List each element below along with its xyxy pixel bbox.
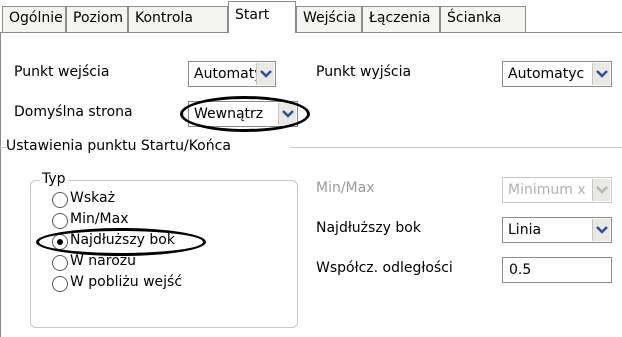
distance-coef-label: Współcz. odległości bbox=[316, 260, 453, 276]
radio-label: Najdłuższy bok bbox=[70, 232, 175, 248]
radio-label: W narożu bbox=[70, 253, 136, 269]
chevron-down-icon[interactable] bbox=[278, 103, 296, 125]
exit-point-label: Punkt wyjścia bbox=[316, 64, 412, 80]
chevron-down-icon[interactable] bbox=[592, 63, 610, 85]
radio-button-icon[interactable] bbox=[52, 255, 68, 271]
type-group-title: Typ bbox=[40, 171, 68, 187]
radio-label: Min/Max bbox=[70, 211, 129, 227]
chevron-down-icon[interactable] bbox=[256, 63, 274, 85]
radio-button-icon[interactable] bbox=[52, 192, 68, 208]
radio-button-icon[interactable] bbox=[52, 213, 68, 229]
default-side-select[interactable]: Wewnątrz bbox=[188, 101, 298, 127]
panel-border bbox=[0, 32, 1, 337]
radio-button-icon[interactable] bbox=[52, 234, 68, 250]
tab-start[interactable]: Start bbox=[228, 1, 296, 33]
default-side-label: Domyślna strona bbox=[14, 104, 133, 120]
tab-laczenia[interactable]: Łączenia bbox=[362, 6, 440, 32]
minmax-label: Min/Max bbox=[316, 180, 375, 196]
entry-point-label: Punkt wejścia bbox=[14, 64, 110, 80]
radio-button-icon[interactable] bbox=[52, 276, 68, 292]
exit-point-value: Automatyc bbox=[508, 66, 585, 82]
tab-kontrola[interactable]: Kontrola bbox=[128, 6, 228, 32]
section-divider-left bbox=[0, 147, 6, 148]
distance-coef-field[interactable] bbox=[502, 257, 612, 283]
longest-side-select[interactable]: Linia bbox=[502, 217, 612, 243]
minmax-select: Minimum x bbox=[502, 177, 612, 203]
section-divider bbox=[290, 147, 622, 148]
exit-point-select[interactable]: Automatyc bbox=[502, 61, 612, 87]
tab-ogolnie[interactable]: Ogólnie bbox=[2, 6, 66, 32]
settings-section-title: Ustawienia punktu Startu/Końca bbox=[6, 138, 231, 154]
entry-point-select[interactable]: Automatyc bbox=[188, 61, 276, 87]
tab-divider bbox=[0, 32, 622, 33]
radio-label: Wskaż bbox=[70, 190, 115, 206]
radio-label: W pobliżu wejść bbox=[70, 274, 183, 290]
minmax-value: Minimum x bbox=[508, 182, 586, 198]
tab-wejscia[interactable]: Wejścia bbox=[296, 6, 362, 32]
longest-side-value: Linia bbox=[508, 222, 542, 238]
chevron-down-icon bbox=[592, 179, 610, 201]
default-side-value: Wewnątrz bbox=[194, 106, 264, 122]
chevron-down-icon[interactable] bbox=[592, 219, 610, 241]
distance-coef-input[interactable] bbox=[503, 258, 611, 282]
tab-scianka[interactable]: Ścianka bbox=[440, 6, 526, 32]
tab-poziom[interactable]: Poziom bbox=[66, 6, 128, 32]
longest-side-label: Najdłuższy bok bbox=[316, 220, 421, 236]
